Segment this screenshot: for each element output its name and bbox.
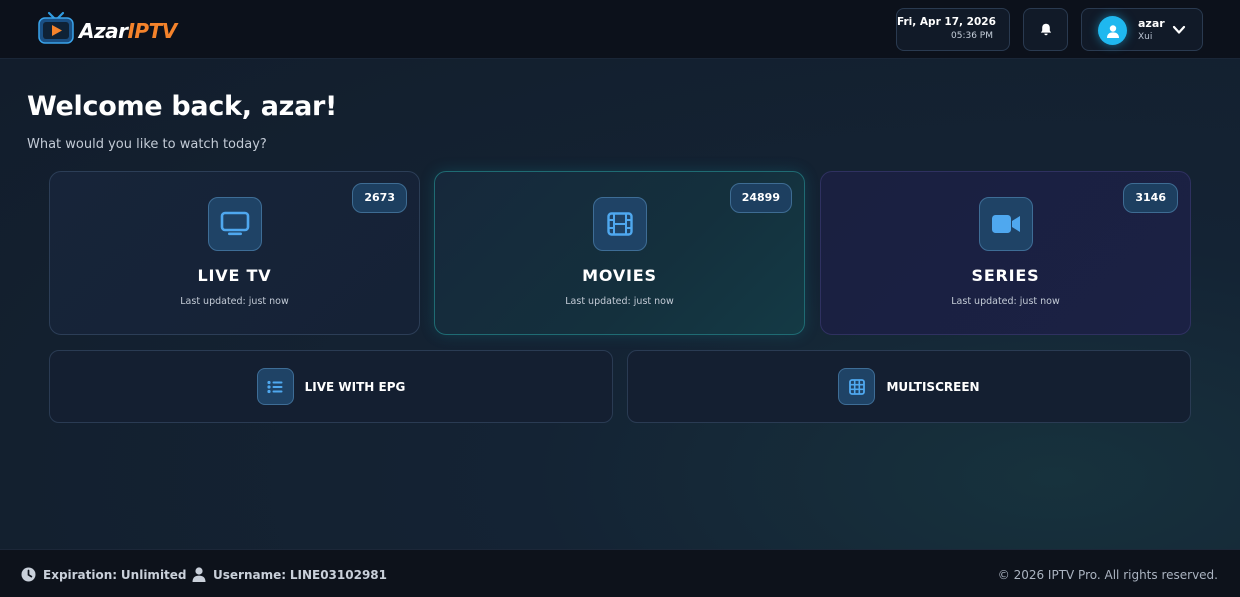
footer: Expiration: Unlimited Username: LINE0310… xyxy=(0,549,1240,597)
page-title: Welcome back, azar! xyxy=(27,91,338,122)
count-badge: 24899 xyxy=(729,183,792,213)
movies-card[interactable]: 24899 MOVIES Last updated: just now xyxy=(434,171,805,335)
grid-icon xyxy=(838,368,876,405)
current-time: 05:36 PM xyxy=(951,31,993,41)
film-icon xyxy=(592,197,647,251)
logo-text: AzarIPTV xyxy=(79,19,177,43)
card-updated-text: Last updated: just now xyxy=(951,296,1060,307)
username-info: Username: LINE03102981 xyxy=(192,567,387,582)
username-label: Username: xyxy=(213,567,287,582)
monitor-icon xyxy=(207,197,262,251)
card-updated-text: Last updated: just now xyxy=(180,296,289,307)
user-icon xyxy=(192,567,206,582)
user-name: azar xyxy=(1138,17,1165,30)
multiscreen-button[interactable]: MULTISCREEN xyxy=(627,350,1191,423)
card-updated-text: Last updated: just now xyxy=(565,296,674,307)
user-subtitle: Xui xyxy=(1138,32,1153,42)
card-title: LIVE TV xyxy=(197,266,272,285)
avatar xyxy=(1098,16,1127,45)
expiration-value: Unlimited xyxy=(120,567,187,582)
bell-icon xyxy=(1040,23,1051,36)
notifications-button[interactable] xyxy=(1023,8,1068,51)
count-badge: 3146 xyxy=(1123,183,1178,213)
tv-logo-icon xyxy=(38,11,74,44)
page-subtitle: What would you like to watch today? xyxy=(27,137,267,152)
live-with-epg-button[interactable]: LIVE WITH EPG xyxy=(49,350,613,423)
live-tv-card[interactable]: 2673 LIVE TV Last updated: just now xyxy=(49,171,420,335)
multiscreen-label: MULTISCREEN xyxy=(886,379,980,394)
expiration-label: Expiration: xyxy=(43,567,118,582)
count-badge: 2673 xyxy=(352,183,407,213)
username-value: LINE03102981 xyxy=(289,567,388,582)
app-logo[interactable]: AzarIPTV xyxy=(36,10,216,48)
expiration-info: Expiration: Unlimited xyxy=(21,567,187,582)
series-card[interactable]: 3146 SERIES Last updated: just now xyxy=(820,171,1191,335)
date-time-display: Fri, Apr 17, 2026 05:36 PM xyxy=(896,8,1010,51)
clock-icon xyxy=(21,567,36,582)
chevron-down-icon xyxy=(1172,25,1186,34)
copyright-text: © 2026 IPTV Pro. All rights reserved. xyxy=(997,568,1218,582)
video-camera-icon xyxy=(978,197,1033,251)
card-title: SERIES xyxy=(971,266,1040,285)
card-title: MOVIES xyxy=(582,266,657,285)
list-icon xyxy=(256,368,294,405)
user-icon xyxy=(1106,24,1119,38)
user-menu-button[interactable]: azar Xui xyxy=(1081,8,1203,51)
current-date: Fri, Apr 17, 2026 xyxy=(897,16,996,28)
live-with-epg-label: LIVE WITH EPG xyxy=(304,379,406,394)
top-bar: AzarIPTV Fri, Apr 17, 2026 05:36 PM azar… xyxy=(0,0,1240,59)
